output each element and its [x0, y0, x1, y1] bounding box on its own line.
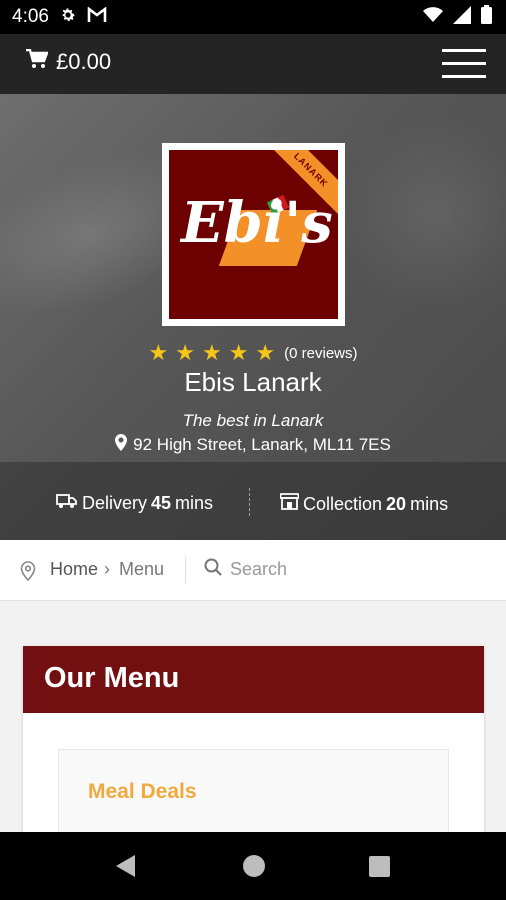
back-icon[interactable]: [116, 855, 135, 877]
location-pin-icon: [20, 561, 36, 586]
battery-icon: [481, 5, 492, 29]
signal-icon: [453, 5, 471, 29]
cart-total: £0.00: [56, 49, 112, 74]
star-icon: ★: [201, 340, 222, 365]
restaurant-tagline: The best in Lanark: [182, 411, 324, 430]
collection-label: Collection: [303, 493, 383, 514]
rating: ★ ★ ★ ★ ★ (0 reviews): [0, 342, 506, 364]
cart-button[interactable]: £0.00: [26, 48, 112, 75]
collection-unit: mins: [410, 493, 449, 514]
divider: [185, 557, 186, 583]
order-times: Delivery 45 mins Collection 20 mins: [0, 462, 506, 540]
hamburger-menu-icon[interactable]: [442, 47, 486, 81]
menu-title: Our Menu: [44, 662, 180, 694]
top-app-bar: £0.00: [0, 34, 506, 94]
breadcrumb-home[interactable]: Home: [50, 559, 98, 580]
store-icon: [278, 492, 301, 516]
breadcrumb-separator: ›: [104, 559, 110, 579]
logo-text: Ebi's: [181, 190, 333, 256]
gmail-icon: [87, 5, 107, 28]
delivery-time: Delivery 45 mins: [56, 492, 213, 515]
search-input[interactable]: [230, 559, 430, 580]
status-bar: 4:06: [0, 0, 506, 34]
breadcrumb-current: Menu: [119, 559, 165, 579]
restaurant-address: 92 High Street, Lanark, ML11 7ES: [0, 434, 506, 456]
menu-card: Our Menu Meal Deals: [23, 646, 484, 851]
delivery-truck-icon: [56, 492, 78, 515]
restaurant-hero: LANARK Ebi's ★ ★ ★ ★ ★ (0 reviews) Ebis …: [0, 94, 506, 540]
search-icon: [204, 558, 222, 581]
delivery-label: Delivery: [82, 493, 148, 513]
star-icon: ★: [175, 340, 195, 365]
restaurant-logo: LANARK Ebi's: [162, 143, 345, 326]
address-text: 92 High Street, Lanark, ML11 7ES: [133, 435, 391, 454]
menu-header: Our Menu: [23, 646, 484, 713]
background-texture: [336, 114, 506, 314]
status-time: 4:06: [12, 6, 49, 27]
wifi-icon: [423, 6, 443, 28]
delivery-minutes: 45: [151, 493, 172, 513]
collection-time: Collection 20 mins: [278, 492, 449, 516]
reviews-count[interactable]: (0 reviews): [284, 345, 357, 362]
star-icon: ★: [228, 340, 249, 365]
star-icon: ★: [148, 340, 169, 365]
map-pin-icon: [115, 434, 128, 456]
cart-icon: [26, 48, 49, 75]
breadcrumb-bar: Home › Menu: [0, 540, 506, 601]
divider: [249, 488, 250, 516]
home-icon[interactable]: [243, 855, 265, 877]
delivery-unit: mins: [175, 493, 214, 513]
category-label: Meal Deals: [88, 780, 197, 803]
settings-icon: [59, 6, 77, 29]
recents-icon[interactable]: [369, 856, 390, 877]
star-icon: ★: [255, 340, 276, 365]
search-box[interactable]: [204, 558, 430, 581]
restaurant-name: Ebis Lanark: [184, 367, 322, 397]
collection-minutes: 20: [386, 493, 407, 514]
